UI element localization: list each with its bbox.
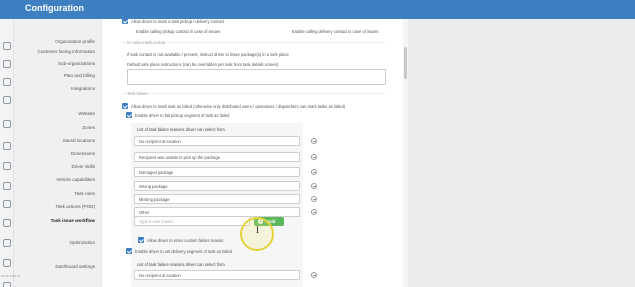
top-bar: Configuration	[0, 0, 635, 19]
reason-text: Recipient was unable to pick up the pack…	[139, 155, 221, 160]
safe-place-description: Default safe place instructions (can be …	[127, 62, 279, 67]
reason-text: Missing package	[139, 197, 170, 202]
remove-reason-icon[interactable]	[311, 209, 317, 215]
users-icon[interactable]	[3, 42, 11, 50]
pickup-fail-label: Enable driver to fail pickup segment of …	[135, 113, 230, 118]
gear-icon[interactable]	[3, 282, 11, 287]
reason-input[interactable]: Damaged package	[134, 167, 300, 177]
status-time-value: 16:00	[1, 274, 9, 278]
reason-text: Other	[139, 210, 150, 215]
delivery-reasons-heading: List of task failure reasons driver can …	[137, 262, 225, 267]
sidebar-item-task-rules[interactable]: Task rules	[74, 191, 95, 196]
help-icon[interactable]	[3, 259, 11, 267]
sidebar-item-dimensions[interactable]: Dimensions	[71, 151, 95, 156]
reason-text: Wrong package	[139, 184, 168, 189]
reason-input[interactable]: Recipient was unable to pick up the pack…	[134, 152, 300, 162]
scrollbar-thumb[interactable]	[404, 47, 407, 79]
safe-place-note: If task contact is not available / prese…	[127, 52, 289, 57]
list-icon[interactable]	[3, 96, 11, 104]
chart-icon[interactable]	[3, 182, 11, 190]
status-date-value: 2023-11	[9, 274, 21, 278]
new-reason-placeholder: Type a new reason	[139, 219, 174, 224]
sidebar-item-saved-locations[interactable]: Saved locations	[63, 138, 95, 143]
status-time: 16:00 2023-11	[1, 274, 20, 278]
sidebar-item-dashboard-settings[interactable]: Dashboard settings	[55, 264, 95, 269]
remove-reason-icon[interactable]	[311, 272, 317, 278]
sidebar-item-task-issue-workflow[interactable]: Task issue workflow	[51, 218, 95, 223]
new-reason-input[interactable]: Type a new reason	[134, 216, 250, 226]
sidebar-item-vehicle-capabilities[interactable]: Vehicle capabilities	[56, 177, 95, 182]
network-icon[interactable]	[3, 219, 11, 227]
reasons-heading: List of task failure reasons driver can …	[137, 127, 225, 132]
remove-reason-icon[interactable]	[311, 196, 317, 202]
sidebar-item-task-actions[interactable]: Task actions (POD)	[55, 204, 95, 209]
contact-checkbox-label: Allow driver to mark a task pickup / del…	[131, 19, 224, 24]
remove-reason-icon[interactable]	[311, 183, 317, 189]
delivery-fail-label: Enable driver to set delivery segment of…	[135, 249, 232, 254]
contact-checkbox[interactable]	[122, 19, 128, 24]
pickup-fail-checkbox[interactable]	[126, 112, 132, 118]
section-note: In case a task pickup	[127, 40, 166, 45]
sidebar-item-driver-skills[interactable]: Driver skills	[72, 164, 95, 169]
app-window: Configuration Organization profile Custo…	[0, 0, 635, 287]
settings-panel: Allow driver to mark a task pickup / del…	[101, 19, 403, 287]
sidebar-item-customer-facing-information[interactable]: Customer facing information	[38, 49, 95, 54]
reason-text: No recipient at location	[139, 139, 181, 144]
page-title: Configuration	[25, 3, 84, 13]
sidebar-item-sub-organizations[interactable]: Sub-organizations	[58, 61, 95, 66]
custom-reason-checkbox[interactable]	[138, 237, 144, 243]
sidebar-item-plan-and-billing[interactable]: Plan and billing	[64, 73, 95, 78]
car-icon[interactable]	[3, 239, 11, 247]
allow-fail-checkbox[interactable]	[122, 103, 128, 109]
phone-icon[interactable]	[3, 120, 11, 128]
sidebar-item-organization-profile[interactable]: Organization profile	[55, 39, 95, 44]
remove-reason-icon[interactable]	[311, 169, 317, 175]
reason-input[interactable]: No recipient at location	[134, 270, 300, 280]
reason-input[interactable]: No recipient at location	[134, 136, 300, 146]
sidebar-item-optimization[interactable]: Optimization	[69, 240, 95, 245]
remove-reason-icon[interactable]	[311, 138, 317, 144]
sidebar-item-integrations[interactable]: Integrations	[71, 86, 95, 91]
reason-input[interactable]: Wrong package	[134, 181, 300, 191]
pickup-contact-option[interactable]: Enable calling pickup contact in case of…	[136, 29, 220, 34]
box-icon[interactable]	[3, 60, 11, 68]
reason-text: Damaged package	[139, 170, 174, 175]
allow-fail-label: Allow driver to mark task as failed (oth…	[131, 104, 346, 109]
section-divider	[122, 93, 386, 94]
reason-input[interactable]: Missing package	[134, 194, 300, 204]
settings-sidebar: Organization profile Customer facing inf…	[14, 19, 101, 287]
map-pin-icon[interactable]	[3, 142, 11, 150]
delivery-fail-checkbox[interactable]	[126, 248, 132, 254]
route-icon[interactable]	[3, 78, 11, 86]
sidebar-item-website[interactable]: Website	[78, 111, 95, 116]
section-note: Task failure	[127, 91, 148, 96]
text-cursor-icon: I	[256, 225, 259, 235]
custom-reason-label: Allow driver to enter custom failure rea…	[147, 238, 224, 243]
reason-text: No recipient at location	[139, 273, 181, 278]
sidebar-item-zones[interactable]: Zones	[82, 125, 95, 130]
safe-place-instructions-field[interactable]	[127, 69, 386, 85]
hexagon-icon[interactable]	[3, 200, 11, 208]
panel-scrollbar[interactable]	[403, 19, 408, 287]
truck-icon[interactable]	[3, 162, 11, 170]
icon-rail	[0, 19, 14, 287]
delivery-contact-option[interactable]: Enable calling delivery contact in case …	[292, 29, 378, 34]
remove-reason-icon[interactable]	[311, 154, 317, 160]
